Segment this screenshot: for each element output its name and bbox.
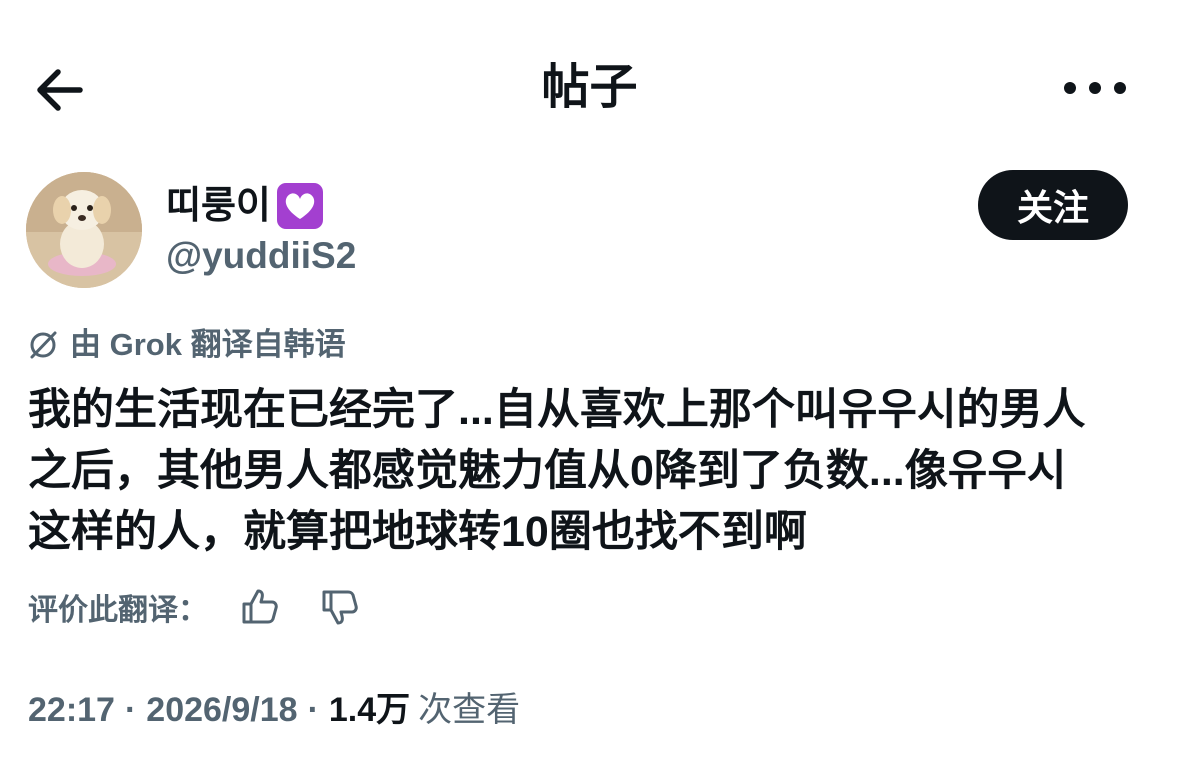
rate-translation-row: 评价此翻译： <box>28 583 360 631</box>
post-time[interactable]: 22:17 <box>28 688 115 732</box>
thumbs-up-icon[interactable] <box>240 587 280 627</box>
puppy-avatar-image <box>26 172 142 288</box>
post-meta: 22:17 · 2026/9/18 · 1.4万 次查看 <box>28 688 520 732</box>
more-horizontal-icon <box>1058 82 1132 112</box>
view-count[interactable]: 1.4万 <box>329 688 410 732</box>
view-count-label: 次查看 <box>418 691 521 729</box>
post-date[interactable]: 2026/9/18 <box>146 688 297 732</box>
post-text: 我的生活现在已经完了...自从喜欢上那个叫유우시的男人 之后，其他男人都感觉魅力… <box>28 386 1086 556</box>
thumbs-down-icon[interactable] <box>320 587 360 627</box>
rate-translation-label: 评价此翻译： <box>28 594 208 627</box>
page-title: 帖子 <box>541 61 638 114</box>
follow-button[interactable]: 关注 <box>978 170 1128 240</box>
avatar[interactable] <box>26 172 142 288</box>
more-options-button[interactable] <box>1058 68 1132 108</box>
separator-dot: · <box>307 691 319 729</box>
display-name-text: 띠룽이 <box>166 185 271 227</box>
author-handle[interactable]: @yuddiiS2 <box>166 234 356 278</box>
translation-notice: 由 Grok 翻译自韩语 <box>28 325 346 365</box>
grok-icon <box>28 330 58 360</box>
separator-dot: · <box>124 691 137 729</box>
author-name[interactable]: 띠룽이 <box>166 182 323 230</box>
purple-heart-icon <box>276 183 323 229</box>
translation-label[interactable]: 由 Grok 翻译自韩语 <box>70 325 346 365</box>
top-navigation-bar: 帖子 <box>0 0 1179 175</box>
